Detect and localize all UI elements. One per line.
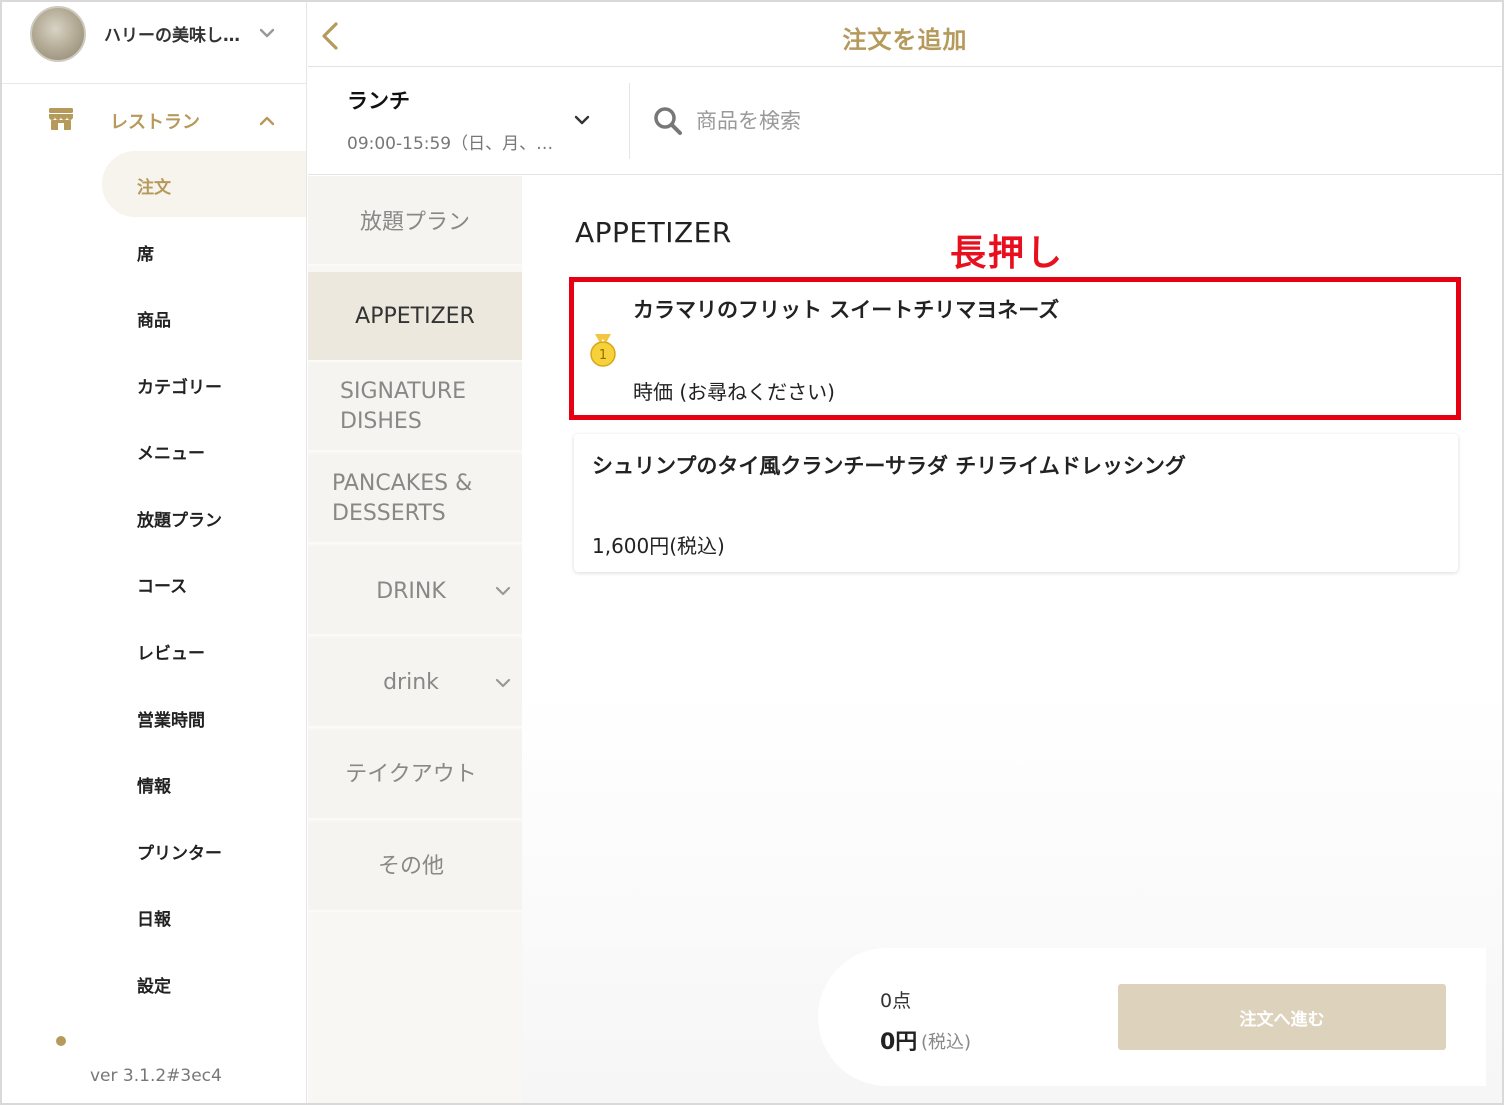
store-switcher[interactable]: ハリーの美味し… [2, 2, 306, 84]
product-card[interactable]: シュリンプのタイ風クランチーサラダ チリライムドレッシング 1,600円(税込) [574, 434, 1458, 572]
sidebar-item-categories[interactable]: カテゴリー [102, 351, 306, 417]
category-label: SIGNATURE DISHES [340, 379, 467, 434]
page-title: 注文を追加 [842, 26, 968, 54]
medal-icon: 1 [590, 334, 616, 367]
category-label: テイクアウト [345, 762, 477, 787]
divider [629, 83, 630, 159]
category-label: その他 [377, 854, 444, 879]
store-name: ハリーの美味し… [104, 26, 240, 46]
search-input[interactable] [696, 103, 1216, 139]
chevron-down-icon [495, 586, 511, 596]
sidebar-item-reviews[interactable]: レビュー [102, 617, 306, 683]
filter-row: ランチ 09:00-15:59（日、月、… [308, 67, 1502, 175]
category-drink-lower[interactable]: drink [308, 638, 522, 728]
category-drink-upper[interactable]: DRINK [308, 546, 522, 636]
sidebar-item-label: メニュー [137, 444, 205, 464]
medal-rank: 1 [599, 348, 607, 363]
top-bar: 注文を追加 [308, 2, 1502, 67]
search-box [638, 87, 1238, 155]
product-price: 1,600円(税込) [592, 534, 725, 558]
sidebar-item-label: 席 [137, 245, 154, 265]
category-label: PANCAKES & DESSERTS [332, 471, 473, 526]
sidebar-item-all-you-can-plans[interactable]: 放題プラン [102, 484, 306, 550]
sidebar-item-label: レビュー [137, 644, 205, 664]
sidebar-item-label: 営業時間 [137, 711, 205, 731]
sidebar-item-menu[interactable]: メニュー [102, 417, 306, 483]
nav-group-partially-hidden[interactable] [46, 1032, 246, 1046]
category-label: drink [383, 670, 439, 695]
sidebar-item-info[interactable]: 情報 [102, 750, 306, 816]
category-signature-dishes[interactable]: SIGNATURE DISHES [308, 362, 522, 452]
sidebar-item-label: 放題プラン [137, 511, 222, 531]
sidebar-item-label: 商品 [137, 311, 171, 331]
product-name: シュリンプのタイ風クランチーサラダ チリライムドレッシング [592, 454, 1186, 478]
menu-select[interactable]: ランチ 09:00-15:59（日、月、… [308, 67, 630, 175]
category-other[interactable]: その他 [308, 822, 522, 912]
sidebar-item-courses[interactable]: コース [102, 550, 306, 616]
category-pancakes-desserts[interactable]: PANCAKES & DESSERTS [308, 454, 522, 544]
category-all-you-can-plans[interactable]: 放題プラン [308, 176, 522, 266]
sidebar: ハリーの美味し… レストラン 注文 席 商品 カテゴリー メニュー 放題プラン … [2, 2, 307, 1103]
sidebar-item-products[interactable]: 商品 [102, 284, 306, 350]
menu-hours: 09:00-15:59（日、月、… [347, 134, 554, 154]
search-icon [654, 107, 682, 135]
sidebar-item-orders[interactable]: 注文 [102, 151, 306, 217]
category-label: APPETIZER [355, 304, 475, 329]
chevron-up-icon [259, 116, 275, 126]
sidebar-item-label: 注文 [137, 178, 171, 198]
category-label: DRINK [376, 579, 446, 604]
sidebar-item-label: 設定 [137, 977, 171, 997]
section-title: APPETIZER [575, 216, 732, 249]
nav-group-label: レストラン [110, 112, 200, 133]
sidebar-item-daily-report[interactable]: 日報 [102, 883, 306, 949]
nav-group-icon [56, 1036, 66, 1046]
sidebar-item-label: プリンター [137, 844, 222, 864]
proceed-to-order-button[interactable]: 注文へ進む [1118, 984, 1446, 1050]
category-takeout[interactable]: テイクアウト [308, 730, 522, 820]
cart-item-count: 0点 [880, 990, 912, 1012]
category-appetizer[interactable]: APPETIZER [308, 272, 530, 362]
category-label: 放題プラン [359, 210, 470, 235]
sidebar-item-label: コース [137, 577, 188, 597]
cart-total: 0円 [880, 1030, 918, 1055]
annotation-long-press: 長押し [950, 233, 1065, 274]
store-icon [49, 108, 73, 130]
cart-summary: 0点 0円 (税込) 注文へ進む [818, 948, 1486, 1086]
menu-name: ランチ [347, 89, 410, 113]
sidebar-item-printer[interactable]: プリンター [102, 817, 306, 883]
highlight-box [569, 277, 1461, 420]
sidebar-item-business-hours[interactable]: 営業時間 [102, 684, 306, 750]
sidebar-item-label: 情報 [137, 777, 171, 797]
chevron-down-icon [259, 28, 275, 38]
sidebar-item-label: 日報 [137, 910, 171, 930]
category-list: 放題プラン APPETIZER SIGNATURE DISHES PANCAKE… [308, 176, 530, 1103]
sidebar-item-label: カテゴリー [137, 378, 222, 398]
chevron-down-icon [495, 678, 511, 688]
store-avatar [30, 6, 86, 62]
nav-group-restaurant[interactable]: レストラン [2, 94, 306, 146]
cart-tax-note: (税込) [921, 1032, 972, 1053]
sidebar-item-seats[interactable]: 席 [102, 218, 306, 284]
sidebar-item-settings[interactable]: 設定 [102, 950, 306, 1016]
app-version: ver 3.1.2#3ec4 [90, 1066, 222, 1086]
chevron-down-icon [574, 115, 590, 125]
